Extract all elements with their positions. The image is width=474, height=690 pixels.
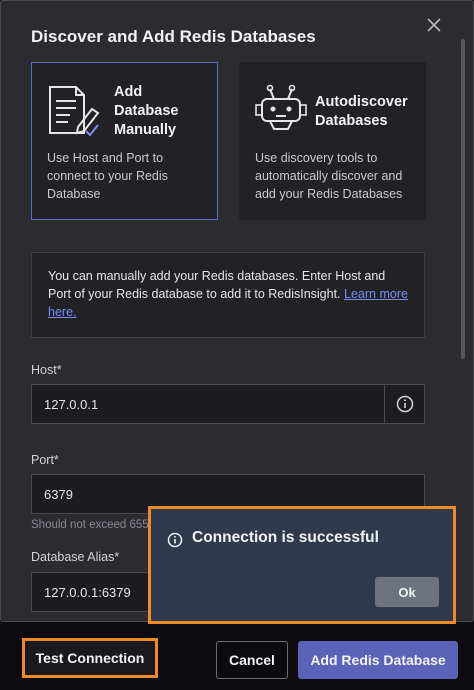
add-manually-description: Use Host and Port to connect to your Red…: [47, 151, 168, 201]
scrollbar[interactable]: [461, 39, 465, 359]
card-title-line: Autodiscover: [315, 94, 408, 110]
card-title-line: Databases: [315, 113, 388, 129]
close-icon[interactable]: [422, 13, 446, 37]
document-edit-icon: [46, 83, 102, 144]
toast-message: Connection is successful: [192, 529, 379, 546]
host-value: 127.0.0.1: [44, 396, 99, 412]
cancel-button[interactable]: Cancel: [216, 641, 288, 679]
port-value: 6379: [44, 486, 73, 502]
port-hint: Should not exceed 655: [31, 519, 149, 531]
host-label: Host*: [31, 363, 62, 377]
connection-toast: Connection is successful Ok: [148, 506, 456, 624]
info-circle-icon: [167, 532, 183, 553]
host-field[interactable]: 127.0.0.1: [31, 384, 425, 424]
port-label: Port*: [31, 453, 59, 467]
modal-title: Discover and Add Redis Databases: [31, 27, 316, 46]
alias-value: 127.0.0.1:6379: [44, 584, 131, 600]
toast-ok-button[interactable]: Ok: [375, 577, 439, 607]
add-manually-card[interactable]: Add Database Manually Use Host and Port …: [31, 62, 218, 220]
card-title-line: Manually: [114, 122, 177, 138]
manual-info-panel: You can manually add your Redis database…: [31, 252, 425, 338]
card-title-line: Database: [114, 103, 179, 119]
robot-icon: [254, 83, 310, 144]
info-text: You can manually add your Redis database…: [48, 269, 386, 301]
add-manually-title: Add Database Manually: [114, 83, 178, 140]
add-database-button[interactable]: Add Redis Database: [298, 641, 458, 679]
autodiscover-description: Use discovery tools to automatically dis…: [255, 151, 403, 201]
info-circle-icon[interactable]: [384, 385, 424, 423]
card-title-line: Add: [114, 84, 143, 100]
autodiscover-card[interactable]: Autodiscover Databases Use discovery too…: [239, 62, 426, 220]
alias-label: Database Alias*: [31, 550, 120, 564]
test-connection-button[interactable]: Test Connection: [22, 638, 158, 678]
autodiscover-title: Autodiscover Databases: [315, 93, 408, 131]
